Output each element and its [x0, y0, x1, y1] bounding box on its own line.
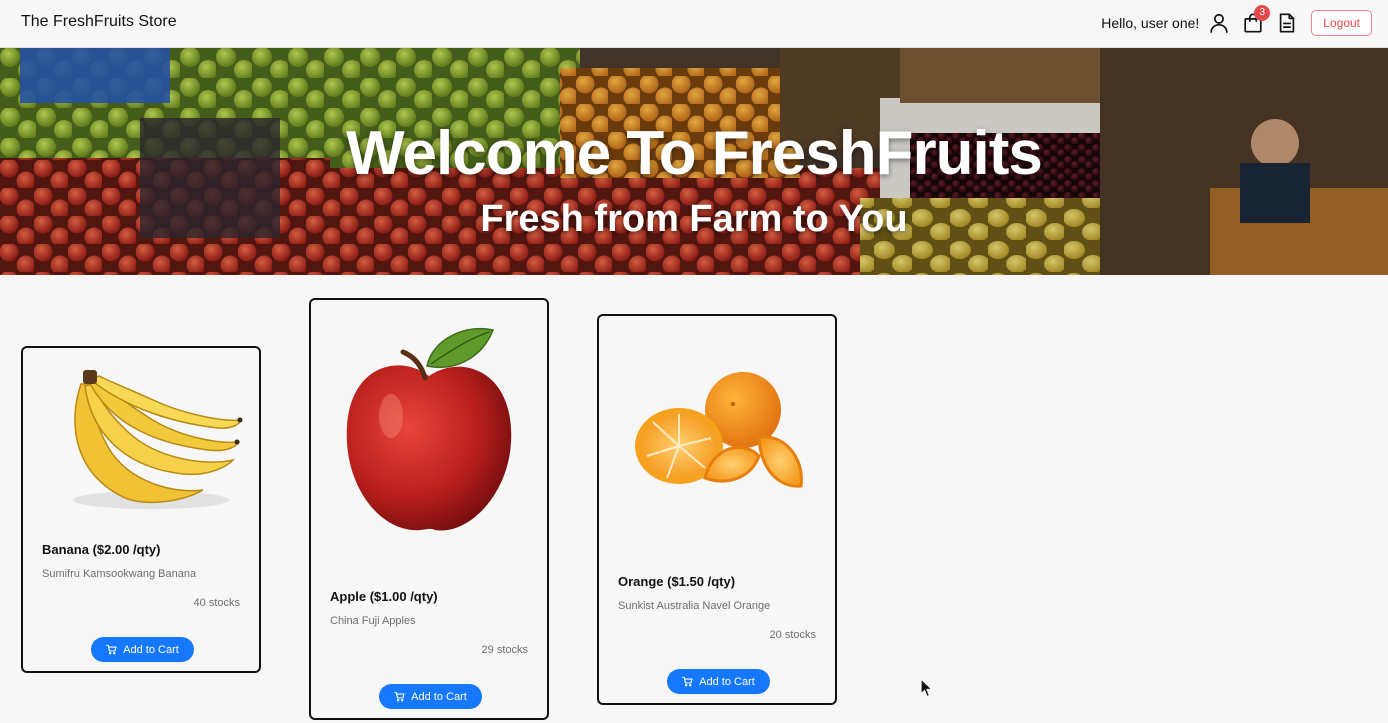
product-name: Apple ($1.00 /qty): [330, 589, 438, 604]
product-name: Orange ($1.50 /qty): [618, 574, 736, 589]
product-stock: 20 stocks: [769, 629, 816, 641]
add-to-cart-label: Add to Cart: [699, 675, 755, 688]
product-stock: 40 stocks: [193, 597, 240, 609]
cart-count-badge: 3: [1254, 5, 1271, 21]
user-greeting: Hello, user one!: [1101, 15, 1200, 31]
add-to-cart-button[interactable]: Add to Cart: [91, 637, 194, 662]
banana-image: [73, 370, 243, 509]
add-to-cart-label: Add to Cart: [123, 643, 179, 656]
cart-icon: [106, 644, 117, 655]
cart-icon: [682, 676, 693, 687]
product-stock: 29 stocks: [481, 644, 528, 656]
hero-title: Welcome To FreshFruits: [346, 119, 1043, 188]
apple-image: [346, 328, 512, 531]
product-card-orange: Orange ($1.50 /qty) Sunkist Australia Na…: [597, 314, 837, 705]
navbar-actions: Hello, user one! 3 Logout: [1101, 5, 1372, 38]
product-description: Sunkist Australia Navel Orange: [618, 600, 771, 612]
product-description: China Fuji Apples: [330, 615, 416, 627]
store-brand[interactable]: The FreshFruits Store: [21, 13, 177, 31]
cart-icon: [394, 691, 405, 702]
hero-banner: Welcome To FreshFruits Fresh from Farm t…: [0, 48, 1388, 275]
shopping-bag-icon[interactable]: 3: [1241, 5, 1271, 35]
product-description: Sumifru Kamsookwang Banana: [42, 568, 197, 580]
hero-subtitle: Fresh from Farm to You: [480, 198, 908, 240]
logout-button[interactable]: Logout: [1311, 10, 1372, 36]
add-to-cart-button[interactable]: Add to Cart: [667, 669, 770, 694]
product-card-apple: Apple ($1.00 /qty) China Fuji Apples 29 …: [309, 298, 549, 720]
top-navbar: The FreshFruits Store Hello, user one! 3…: [0, 0, 1388, 48]
mouse-pointer-icon: [920, 678, 933, 698]
add-to-cart-button[interactable]: Add to Cart: [379, 684, 482, 709]
product-card-banana: Banana ($2.00 /qty) Sumifru Kamsookwang …: [21, 346, 261, 673]
user-icon[interactable]: [1207, 11, 1231, 35]
orange-image: [635, 372, 803, 488]
document-icon[interactable]: [1275, 11, 1299, 35]
product-name: Banana ($2.00 /qty): [42, 542, 161, 557]
add-to-cart-label: Add to Cart: [411, 690, 467, 703]
